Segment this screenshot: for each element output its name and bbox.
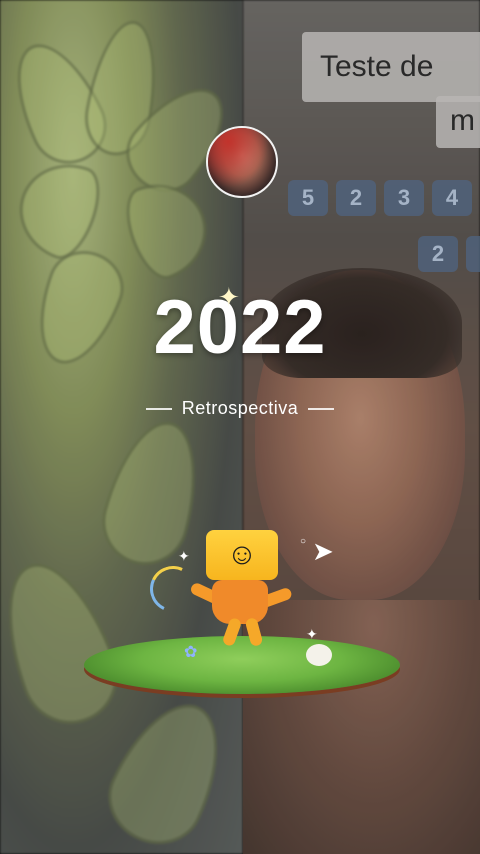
year-title: 2022 (153, 285, 327, 370)
paper-plane-icon: ➤ (312, 536, 334, 566)
retrospective-screen: Teste de m 5 2 3 4 2 2022 ✦ Retrospectiv… (0, 0, 480, 854)
sparkle-icon: ✦ (178, 548, 190, 564)
circle-icon: ○ (300, 536, 307, 547)
subtitle-text: Retrospectiva (181, 398, 299, 418)
avatar-hair (208, 128, 276, 196)
subtitle-divider-right (308, 407, 335, 410)
chick-icon (306, 644, 332, 666)
mascot-body (212, 580, 268, 624)
smiley-mascot-icon: ☺ (206, 530, 278, 580)
subtitle-divider-left (145, 407, 172, 410)
profile-avatar[interactable] (206, 126, 278, 198)
subtitle-row: Retrospectiva (0, 398, 480, 419)
grass-island (84, 636, 400, 694)
smiley-face-icon: ☺ (226, 538, 258, 571)
sparkle-icon: ✦ (218, 282, 240, 312)
flower-icon: ✿ (184, 644, 198, 661)
